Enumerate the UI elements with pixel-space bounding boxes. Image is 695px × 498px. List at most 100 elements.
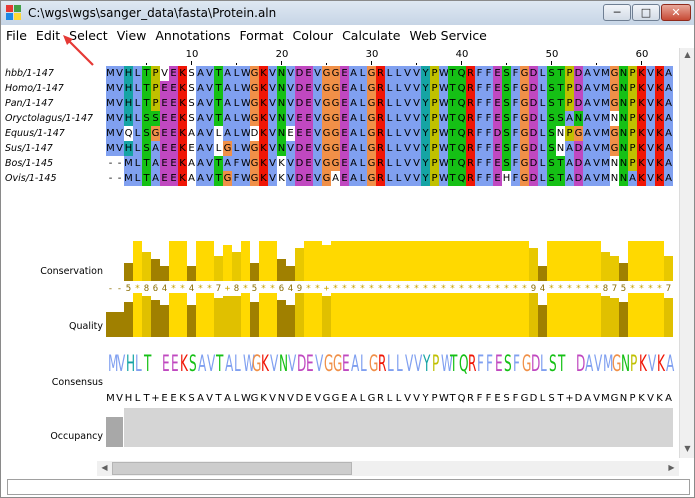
horizontal-scroll-thumb[interactable] <box>112 462 352 475</box>
residue-cell[interactable]: T <box>214 81 223 96</box>
residue-cell[interactable]: M <box>601 171 610 186</box>
scroll-right-icon[interactable]: ▶ <box>664 463 679 472</box>
residue-cell[interactable]: R <box>376 96 385 111</box>
residue-cell[interactable]: K <box>259 66 268 81</box>
residue-cell[interactable]: G <box>223 141 232 156</box>
residue-cell[interactable]: V <box>313 96 322 111</box>
residue-cell[interactable]: H <box>124 66 133 81</box>
residue-cell[interactable]: V <box>286 156 295 171</box>
residue-cell[interactable]: G <box>610 126 619 141</box>
residue-cell[interactable]: E <box>169 81 178 96</box>
residue-cell[interactable]: A <box>349 141 358 156</box>
residue-cell[interactable]: R <box>466 141 475 156</box>
residue-cell[interactable]: E <box>169 141 178 156</box>
residue-cell[interactable]: A <box>196 141 205 156</box>
residue-cell[interactable]: W <box>439 66 448 81</box>
residue-cell[interactable]: L <box>133 96 142 111</box>
residue-cell[interactable]: E <box>340 81 349 96</box>
residue-cell[interactable]: Y <box>421 81 430 96</box>
residue-cell[interactable]: Y <box>421 126 430 141</box>
residue-cell[interactable]: M <box>106 66 115 81</box>
residue-cell[interactable]: V <box>646 171 655 186</box>
residue-cell[interactable]: S <box>502 126 511 141</box>
residue-cell[interactable]: F <box>484 111 493 126</box>
residue-cell[interactable]: L <box>394 126 403 141</box>
residue-cell[interactable]: V <box>412 126 421 141</box>
residue-cell[interactable]: L <box>394 111 403 126</box>
residue-cell[interactable]: S <box>547 81 556 96</box>
residue-cell[interactable]: S <box>547 96 556 111</box>
residue-cell[interactable]: S <box>151 111 160 126</box>
residue-cell[interactable]: K <box>259 156 268 171</box>
residue-cell[interactable]: M <box>106 96 115 111</box>
residue-cell[interactable]: K <box>259 96 268 111</box>
residue-cell[interactable]: Y <box>421 141 430 156</box>
residue-cell[interactable]: N <box>277 96 286 111</box>
residue-cell[interactable]: A <box>196 171 205 186</box>
title-bar[interactable]: C:\wgs\wgs\sanger_data\fasta\Protein.aln… <box>1 1 694 25</box>
residue-cell[interactable]: A <box>583 96 592 111</box>
residue-cell[interactable]: L <box>232 96 241 111</box>
residue-cell[interactable]: A <box>628 171 637 186</box>
residue-cell[interactable]: A <box>349 126 358 141</box>
residue-cell[interactable]: N <box>610 171 619 186</box>
residue-cell[interactable]: L <box>232 66 241 81</box>
residue-cell[interactable]: E <box>340 111 349 126</box>
residue-cell[interactable]: V <box>313 156 322 171</box>
residue-cell[interactable]: W <box>241 171 250 186</box>
residue-cell[interactable]: A <box>349 171 358 186</box>
residue-cell[interactable]: V <box>313 171 322 186</box>
residue-cell[interactable]: M <box>124 171 133 186</box>
residue-cell[interactable]: K <box>259 141 268 156</box>
sequence-name[interactable]: Homo/1-147 <box>5 81 64 96</box>
residue-cell[interactable]: E <box>160 126 169 141</box>
residue-cell[interactable]: K <box>637 66 646 81</box>
residue-cell[interactable]: A <box>664 141 673 156</box>
residue-cell[interactable]: V <box>160 66 169 81</box>
residue-cell[interactable]: G <box>367 111 376 126</box>
residue-cell[interactable]: P <box>430 171 439 186</box>
residue-cell[interactable]: D <box>295 66 304 81</box>
residue-cell[interactable]: Y <box>421 96 430 111</box>
residue-cell[interactable]: K <box>655 111 664 126</box>
residue-cell[interactable]: E <box>340 126 349 141</box>
residue-cell[interactable]: V <box>592 66 601 81</box>
residue-cell[interactable]: F <box>511 81 520 96</box>
residue-cell[interactable]: Q <box>457 111 466 126</box>
residue-cell[interactable]: E <box>169 156 178 171</box>
residue-cell[interactable]: G <box>520 96 529 111</box>
residue-cell[interactable]: E <box>340 156 349 171</box>
residue-cell[interactable]: A <box>583 66 592 81</box>
residue-cell[interactable]: N <box>619 126 628 141</box>
residue-cell[interactable]: S <box>547 156 556 171</box>
residue-cell[interactable]: R <box>376 126 385 141</box>
residue-cell[interactable]: L <box>358 141 367 156</box>
residue-cell[interactable]: G <box>574 126 583 141</box>
residue-cell[interactable]: V <box>115 111 124 126</box>
residue-cell[interactable]: L <box>133 156 142 171</box>
residue-cell[interactable]: N <box>619 111 628 126</box>
residue-cell[interactable]: M <box>106 126 115 141</box>
residue-cell[interactable]: V <box>646 141 655 156</box>
residue-cell[interactable]: S <box>502 111 511 126</box>
residue-cell[interactable]: T <box>556 66 565 81</box>
residue-cell[interactable]: L <box>358 66 367 81</box>
residue-cell[interactable]: A <box>349 66 358 81</box>
residue-cell[interactable]: V <box>268 171 277 186</box>
residue-cell[interactable]: G <box>367 66 376 81</box>
residue-cell[interactable]: R <box>376 66 385 81</box>
residue-cell[interactable]: E <box>295 111 304 126</box>
residue-cell[interactable]: V <box>403 156 412 171</box>
residue-cell[interactable]: S <box>502 156 511 171</box>
residue-cell[interactable]: V <box>313 81 322 96</box>
residue-cell[interactable]: T <box>556 171 565 186</box>
residue-cell[interactable]: F <box>475 81 484 96</box>
residue-cell[interactable]: A <box>223 96 232 111</box>
residue-cell[interactable]: V <box>286 96 295 111</box>
residue-cell[interactable]: G <box>367 81 376 96</box>
residue-cell[interactable]: R <box>466 156 475 171</box>
residue-cell[interactable]: L <box>538 156 547 171</box>
residue-cell[interactable]: P <box>151 81 160 96</box>
residue-cell[interactable]: E <box>304 96 313 111</box>
residue-cell[interactable]: V <box>205 81 214 96</box>
